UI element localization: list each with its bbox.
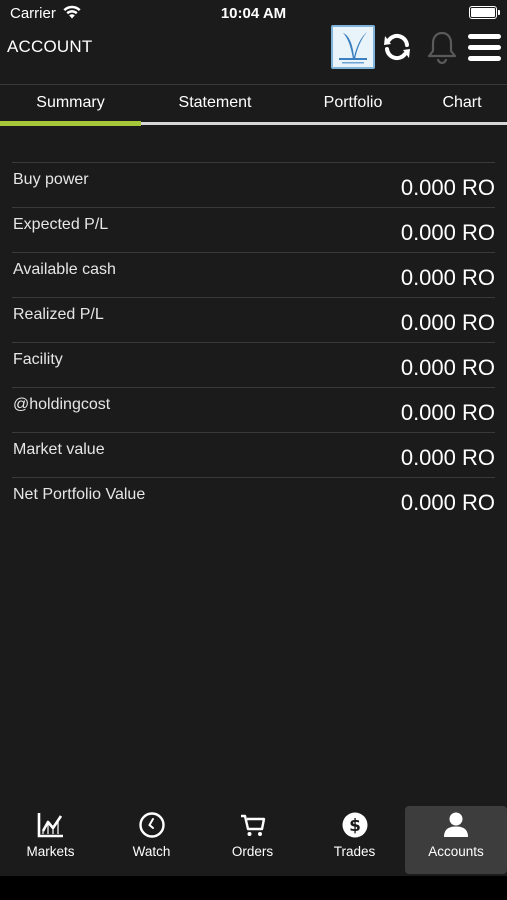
tab-chart[interactable]: Chart bbox=[417, 85, 507, 125]
bell-icon[interactable] bbox=[424, 29, 460, 70]
nav-label: Watch bbox=[132, 844, 171, 859]
tab-summary[interactable]: Summary bbox=[0, 85, 141, 125]
nav-label: Accounts bbox=[428, 844, 484, 859]
nav-label: Trades bbox=[333, 844, 376, 859]
row-value: 0.000 RO bbox=[400, 355, 495, 380]
tab-active-indicator bbox=[0, 121, 141, 126]
row-label: Market value bbox=[13, 441, 105, 458]
account-summary-list: Buy power 0.000 RO Expected P/L 0.000 RO… bbox=[12, 162, 495, 522]
clock-time: 10:04 AM bbox=[220, 5, 287, 22]
summary-row-buy-power: Buy power 0.000 RO bbox=[12, 162, 495, 207]
svg-text:$: $ bbox=[349, 816, 361, 836]
nav-accounts[interactable]: Accounts bbox=[405, 806, 507, 874]
row-value: 0.000 RO bbox=[400, 445, 495, 470]
dollar-icon: $ bbox=[340, 810, 370, 845]
row-label: Net Portfolio Value bbox=[13, 486, 146, 503]
summary-row-available-cash: Available cash 0.000 RO bbox=[12, 252, 495, 297]
broker-logo bbox=[331, 25, 375, 69]
tab-statement[interactable]: Statement bbox=[141, 85, 289, 125]
summary-row-realized-pl: Realized P/L 0.000 RO bbox=[12, 297, 495, 342]
row-label: Realized P/L bbox=[13, 306, 104, 323]
row-value: 0.000 RO bbox=[400, 220, 495, 245]
nav-orders[interactable]: Orders bbox=[202, 806, 303, 874]
nav-watch[interactable]: Watch bbox=[101, 806, 202, 874]
clock-icon bbox=[137, 810, 167, 845]
tab-portfolio[interactable]: Portfolio bbox=[289, 85, 417, 125]
nav-label: Markets bbox=[26, 844, 75, 859]
cart-icon bbox=[238, 810, 268, 845]
row-label: Facility bbox=[13, 351, 63, 368]
battery-icon bbox=[469, 6, 500, 19]
hamburger-menu-icon[interactable] bbox=[468, 34, 501, 61]
row-label: Buy power bbox=[13, 171, 89, 188]
row-label: Available cash bbox=[13, 261, 116, 278]
row-label: Expected P/L bbox=[13, 216, 109, 233]
user-icon bbox=[441, 810, 471, 845]
row-value: 0.000 RO bbox=[400, 310, 495, 335]
summary-row-expected-pl: Expected P/L 0.000 RO bbox=[12, 207, 495, 252]
page-title: ACCOUNT bbox=[7, 37, 93, 56]
row-label: @holdingcost bbox=[13, 396, 111, 413]
chart-line-icon bbox=[36, 810, 66, 845]
status-bar: Carrier 10:04 AM bbox=[0, 0, 507, 28]
summary-row-facility: Facility 0.000 RO bbox=[12, 342, 495, 387]
row-value: 0.000 RO bbox=[400, 490, 495, 515]
row-value: 0.000 RO bbox=[400, 265, 495, 290]
row-value: 0.000 RO bbox=[400, 400, 495, 425]
home-indicator-area bbox=[0, 876, 507, 900]
nav-label: Orders bbox=[231, 844, 274, 859]
account-tabs: Summary Statement Portfolio Chart bbox=[0, 85, 507, 125]
refresh-icon[interactable] bbox=[381, 31, 413, 68]
nav-markets[interactable]: Markets bbox=[0, 806, 101, 874]
row-value: 0.000 RO bbox=[400, 175, 495, 200]
summary-row-market-value: Market value 0.000 RO bbox=[12, 432, 495, 477]
summary-row-net-portfolio-value: Net Portfolio Value 0.000 RO bbox=[12, 477, 495, 522]
bottom-tab-bar: Markets Watch Orders $ Trades Accounts bbox=[0, 806, 507, 876]
nav-trades[interactable]: $ Trades bbox=[304, 806, 405, 874]
app-header: ACCOUNT bbox=[0, 25, 507, 84]
summary-row-holding-cost: @holdingcost 0.000 RO bbox=[12, 387, 495, 432]
